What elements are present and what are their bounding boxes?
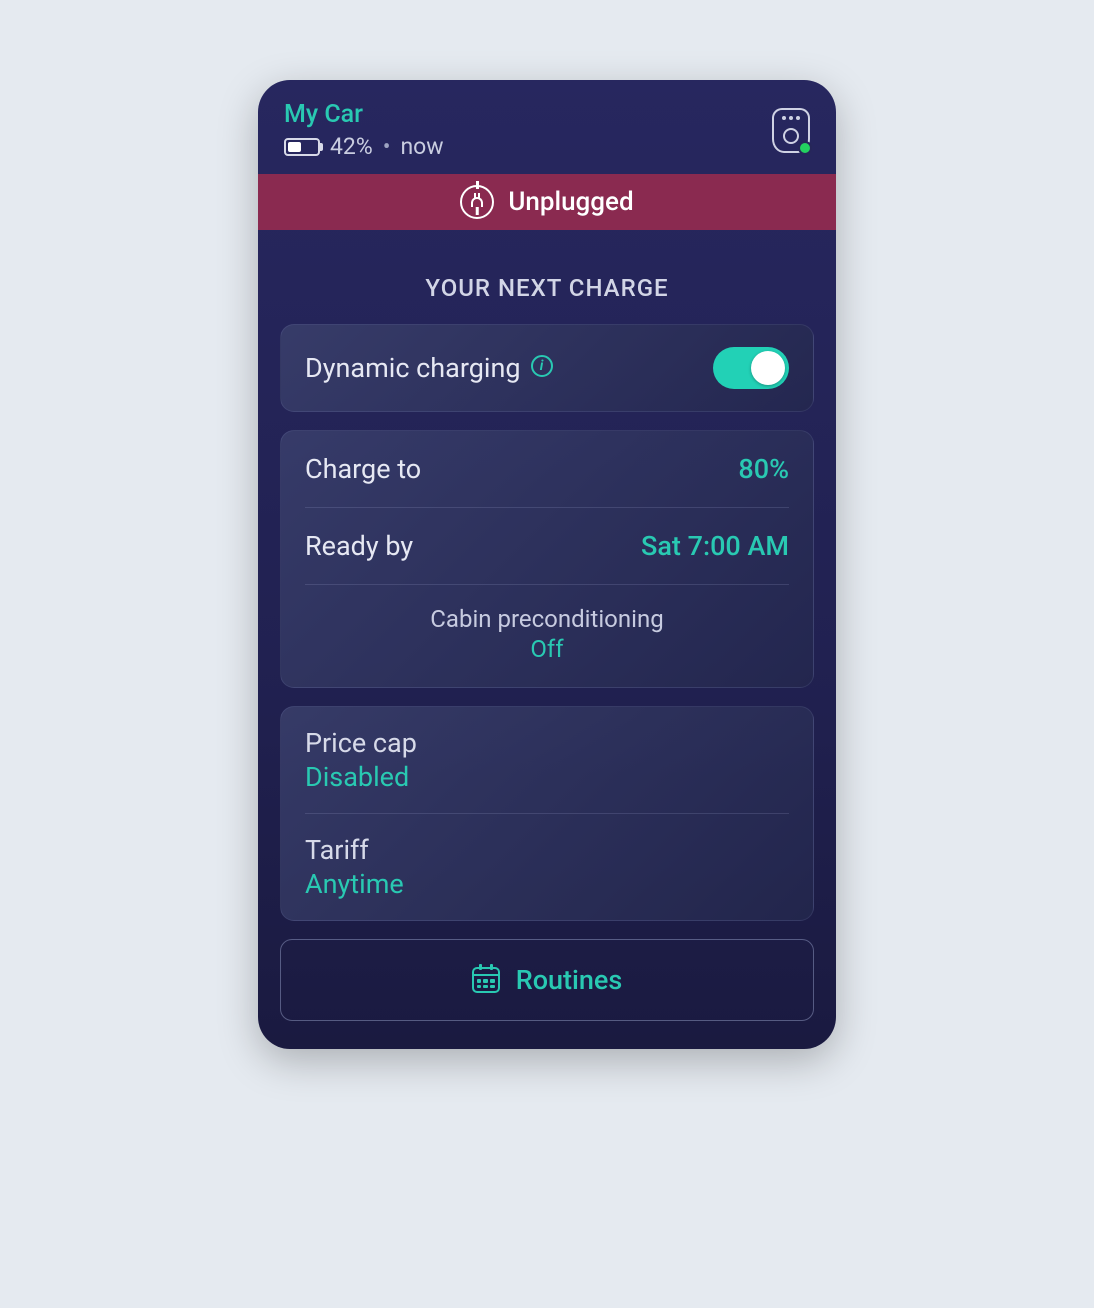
dynamic-charging-row: Dynamic charging i [281,325,813,411]
charger-status-dot-icon [798,141,812,155]
dynamic-charging-card: Dynamic charging i [280,324,814,412]
price-cap-label: Price cap [305,727,789,759]
price-cap-value: Disabled [305,761,789,793]
dynamic-charging-toggle[interactable] [713,347,789,389]
ready-by-label: Ready by [305,530,413,562]
info-icon[interactable]: i [531,355,553,377]
charge-settings-card: Charge to 80% Ready by Sat 7:00 AM Cabin… [280,430,814,688]
status-banner: Unplugged [258,174,836,230]
separator-dot: • [383,133,391,160]
pricing-card: Price cap Disabled Tariff Anytime [280,706,814,921]
status-label: Unplugged [508,187,633,217]
cabin-preconditioning-row[interactable]: Cabin preconditioning Off [281,585,813,687]
charge-to-row[interactable]: Charge to 80% [281,431,813,507]
tariff-value: Anytime [305,868,789,900]
routines-label: Routines [516,964,623,996]
tariff-row[interactable]: Tariff Anytime [281,814,813,920]
tariff-label: Tariff [305,834,789,866]
routines-button[interactable]: Routines [280,939,814,1021]
battery-icon [284,138,320,156]
price-cap-row[interactable]: Price cap Disabled [281,707,813,813]
charge-to-label: Charge to [305,453,421,485]
battery-percent: 42% [330,133,373,160]
car-name[interactable]: My Car [284,100,444,129]
charge-to-value: 80% [738,453,789,485]
calendar-icon [472,967,500,993]
battery-row: 42% • now [284,133,444,160]
ready-by-value: Sat 7:00 AM [641,530,789,562]
cabin-label: Cabin preconditioning [305,605,789,633]
header: My Car 42% • now [258,80,836,174]
updated-time: now [400,133,443,160]
charger-device-icon[interactable] [772,108,810,153]
header-left: My Car 42% • now [284,100,444,160]
next-charge-title: YOUR NEXT CHARGE [258,274,836,302]
cabin-value: Off [305,635,789,663]
dynamic-charging-label: Dynamic charging [305,352,521,384]
app-screen: My Car 42% • now Unplugged YOUR NEXT CHA… [258,80,836,1049]
ready-by-row[interactable]: Ready by Sat 7:00 AM [281,508,813,584]
plug-icon [460,185,494,219]
